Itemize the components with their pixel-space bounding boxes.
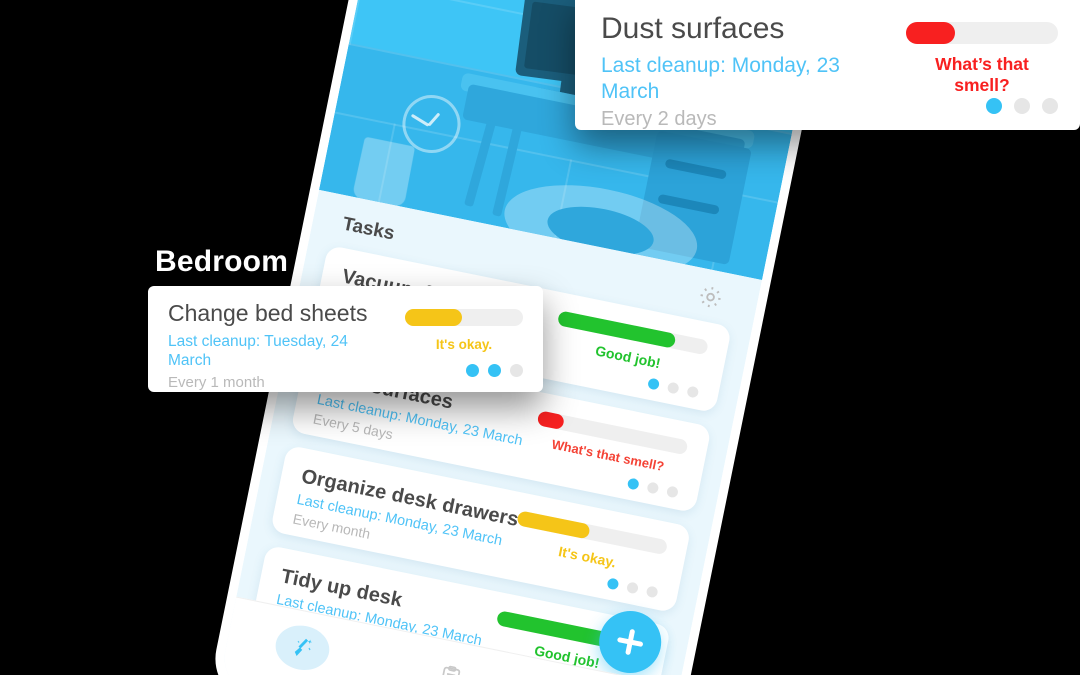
callout-last-cleanup: Last cleanup: Tuesday, 24 March	[168, 333, 348, 369]
callout-last-cleanup: Last cleanup: Monday, 23 March	[601, 54, 840, 103]
gear-icon[interactable]	[694, 282, 726, 318]
page-dots[interactable]	[986, 98, 1058, 114]
progress-bar	[405, 309, 523, 326]
tab-cleaning[interactable]	[271, 620, 334, 675]
list-title: Tasks	[340, 213, 397, 245]
page-title: Bedroom	[155, 245, 289, 278]
task-list-panel: Tasks Vacuum floor Last cleanup: Monday,…	[217, 189, 763, 675]
tab-tasks[interactable]	[420, 651, 482, 675]
status-badge: What’s that smell?	[935, 54, 1029, 95]
scene: Tasks Vacuum floor Last cleanup: Monday,…	[0, 0, 1080, 675]
callout-card-dust-surfaces[interactable]: Dust surfaces Last cleanup: Monday, 23 M…	[575, 0, 1080, 130]
page-dots[interactable]	[466, 364, 523, 377]
status-badge: It's okay.	[435, 337, 493, 352]
progress-bar	[906, 22, 1058, 44]
callout-card-change-bed-sheets[interactable]: Change bed sheets Last cleanup: Tuesday,…	[148, 286, 543, 392]
